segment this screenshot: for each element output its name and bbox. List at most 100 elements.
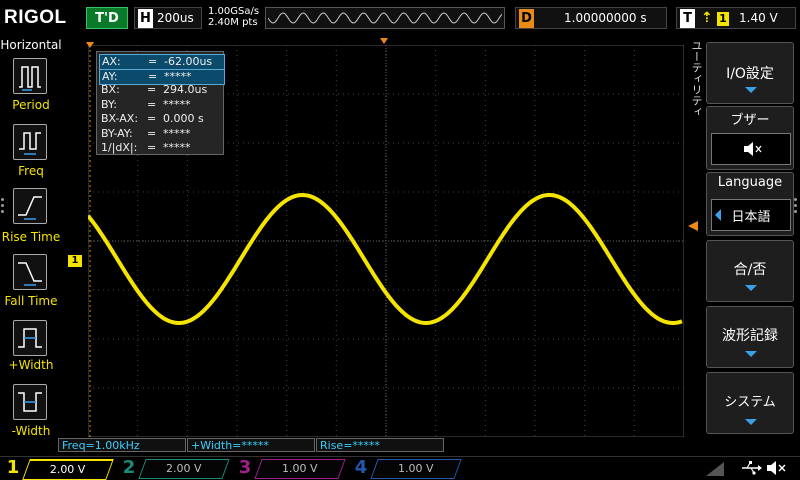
period-icon: [19, 66, 41, 91]
rise-time-label: Rise Time: [1, 230, 61, 244]
memory-depth: 2.40M pts: [208, 17, 258, 28]
fall-time-icon: [18, 262, 42, 286]
channel1-offset-marker[interactable]: 1: [68, 255, 82, 267]
cursor-value: 294.0us: [163, 83, 208, 96]
cursor-key: AY:: [102, 69, 118, 83]
fall-time-label: Fall Time: [4, 294, 58, 308]
sample-rate: 1.00GSa/s: [208, 6, 260, 17]
negative-width-button[interactable]: [13, 384, 47, 420]
cursor-row: BY-AY: = *****: [99, 127, 223, 141]
channel-1-indicator[interactable]: 1 2.00 V: [0, 457, 114, 480]
width-measurement[interactable]: +Width=*****: [187, 438, 315, 452]
rise-time-button[interactable]: [13, 188, 47, 224]
channel-3-indicator[interactable]: 3 1.00 V: [232, 457, 346, 479]
freq-button[interactable]: [13, 124, 47, 160]
timebase-indicator[interactable]: H 200us: [134, 7, 202, 29]
cursor-key: AX:: [102, 55, 121, 68]
negative-width-icon: [18, 392, 42, 412]
cursor-row: BX-AX: = 0.000 s: [99, 112, 223, 126]
channel-number: 3: [238, 457, 252, 478]
cursor-value: *****: [164, 69, 192, 83]
cursor-key: BX-AX:: [101, 112, 139, 125]
channel-2-indicator[interactable]: 2 2.00 V: [116, 457, 230, 479]
system-button[interactable]: システム: [706, 372, 794, 434]
trigger-level-marker-icon[interactable]: [686, 220, 700, 232]
language-value: 日本語: [731, 210, 771, 225]
chevron-down-icon: [745, 351, 757, 357]
negative-width-label: -Width: [11, 424, 51, 438]
buzzer-toggle[interactable]: [711, 133, 791, 165]
cursor-value: 0.000 s: [163, 112, 204, 125]
cursor-row: 1/|dX|: = *****: [99, 141, 223, 155]
channel-number: 1: [6, 457, 20, 478]
cursor-readout-table: AX: = -62.00us AY: = ***** BX: = 294.0us BY: = ****…: [96, 51, 225, 155]
positive-width-button[interactable]: [13, 320, 47, 356]
channel-number: 2: [122, 457, 136, 478]
delay-value: 1.00000000 s: [564, 11, 647, 25]
trigger-position-marker-icon[interactable]: [378, 36, 390, 46]
cursor-key: BY-AY:: [101, 126, 133, 140]
trigger-indicator[interactable]: T ⇡ 1 1.40 V: [676, 7, 796, 29]
buzzer-title: ブザー: [730, 113, 770, 128]
cursor-equals: =: [148, 55, 158, 68]
waveform-record-button[interactable]: 波形記録: [706, 306, 794, 368]
pass-fail-button[interactable]: 合/否: [706, 240, 794, 302]
rising-edge-icon: ⇡: [701, 10, 713, 26]
chevron-down-icon: [745, 87, 757, 93]
bottom-menu-triangle-icon: [706, 462, 724, 476]
delay-indicator[interactable]: D 1.00000000 s: [515, 7, 667, 29]
cursor-value: *****: [163, 97, 191, 111]
cursor-key: BY:: [101, 97, 117, 111]
brand-logo: RIGOL: [4, 7, 67, 28]
trigger-letter: T: [680, 9, 695, 28]
memory-waveform-preview: [268, 12, 502, 24]
cursor-row: BY: = *****: [99, 98, 223, 112]
scroll-dots: [1, 195, 5, 216]
frequency-icon: [19, 132, 41, 155]
measurement-results-bar: Freq=1.00kHz +Width=***** Rise=*****: [58, 438, 444, 453]
io-settings-button[interactable]: I/O設定: [706, 42, 794, 104]
horizontal-letter: H: [138, 9, 153, 28]
left-panel-title: Horizontal: [0, 38, 62, 52]
io-settings-label: I/O設定: [726, 66, 774, 82]
language-title: Language: [717, 175, 783, 190]
cursor-value: -62.00us: [164, 55, 213, 68]
cursor-equals: =: [147, 83, 157, 96]
channel-list: 1 2.00 V 2 2.00 V 3 1.00 V 4 1.00 V: [0, 456, 480, 480]
pass-fail-label: 合/否: [733, 262, 767, 278]
freq-measurement[interactable]: Freq=1.00kHz: [58, 438, 186, 452]
sound-mute-icon[interactable]: [764, 460, 790, 476]
system-label: システム: [724, 395, 776, 410]
trigger-source-badge: 1: [717, 12, 729, 26]
rise-measurement[interactable]: Rise=*****: [316, 438, 444, 452]
language-selector[interactable]: 日本語: [711, 199, 791, 231]
utility-vertical-title: ユーティリティ: [690, 40, 703, 117]
trigger-status-badge: T'D: [86, 7, 128, 29]
channel-scale: 1.00 V: [282, 462, 318, 475]
cursor-equals: =: [148, 69, 158, 83]
timebase-value: 200us: [157, 11, 194, 25]
delay-letter: D: [519, 9, 534, 28]
right-scroll-dots: [794, 195, 798, 216]
cursor-equals: =: [147, 97, 157, 111]
channel-scale: 2.00 V: [166, 462, 202, 475]
memory-overview-bar[interactable]: [265, 7, 505, 29]
cursor-key: 1/|dX|:: [101, 141, 138, 154]
cursor-a-marker-icon[interactable]: [84, 40, 96, 50]
language-group[interactable]: Language 日本語: [706, 172, 794, 236]
usb-icon: [742, 461, 762, 475]
fall-time-button[interactable]: [13, 254, 47, 290]
positive-width-label: +Width: [8, 358, 54, 372]
period-button[interactable]: [13, 58, 47, 94]
channel-4-indicator[interactable]: 4 1.00 V: [348, 457, 462, 479]
cursor-value: *****: [163, 126, 191, 140]
rise-time-icon: [18, 196, 42, 220]
period-label: Period: [12, 98, 50, 112]
cursor-value: *****: [163, 141, 191, 154]
cursor-key: BX:: [101, 83, 120, 96]
channel-number: 4: [354, 457, 368, 478]
positive-width-icon: [18, 328, 42, 348]
chevron-down-icon: [745, 419, 757, 425]
buzzer-group[interactable]: ブザー: [706, 106, 794, 170]
chevron-down-icon: [745, 285, 757, 291]
